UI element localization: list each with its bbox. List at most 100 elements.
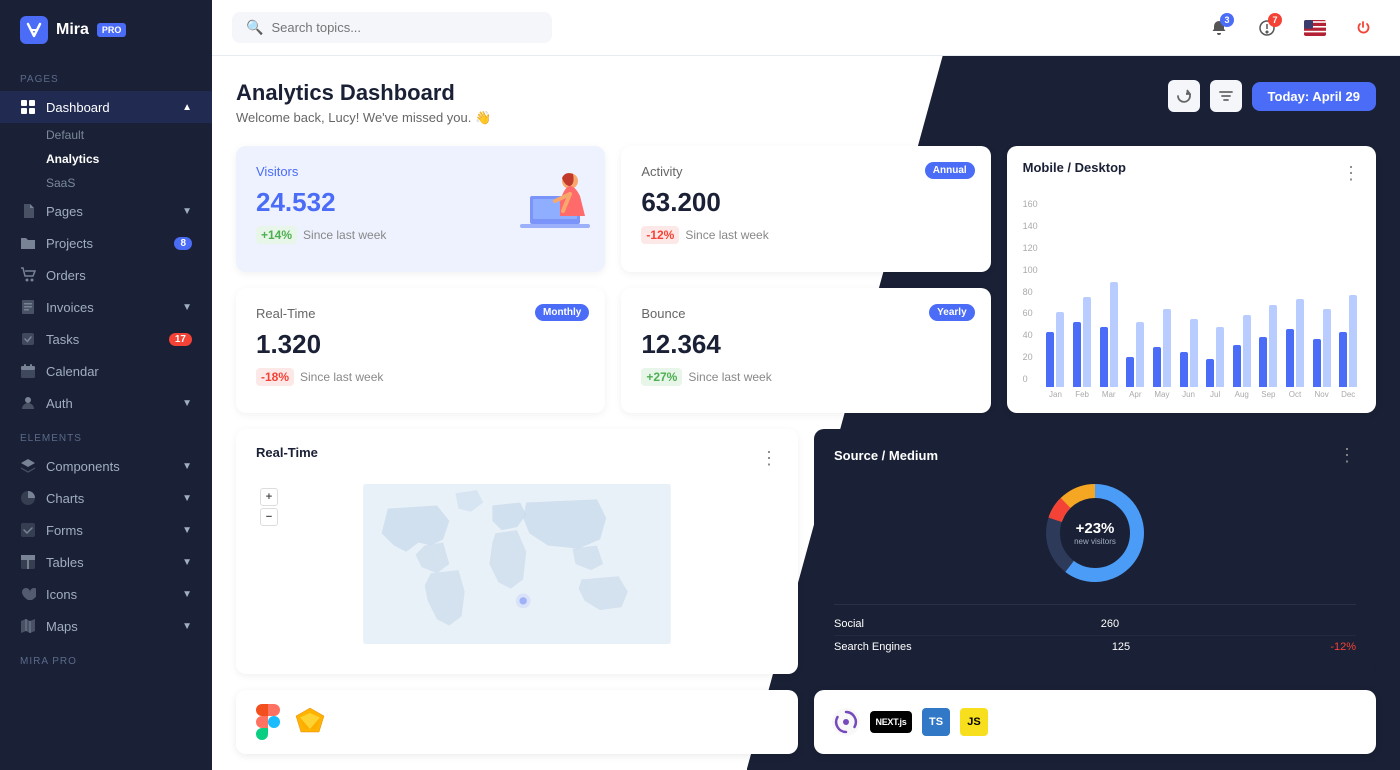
source-medium-title: Source / Medium [834, 448, 938, 463]
power-button[interactable] [1346, 11, 1380, 45]
topbar-right: 3 7 [1202, 11, 1380, 45]
today-button[interactable]: Today: April 29 [1252, 82, 1376, 111]
bar-jul-dark [1206, 359, 1214, 387]
components-chevron: ▼ [182, 461, 192, 472]
bar-label-sep: Sep [1261, 390, 1275, 399]
invoices-chevron: ▼ [182, 302, 192, 313]
auth-chevron: ▼ [182, 398, 192, 409]
search-icon: 🔍 [246, 19, 263, 36]
tech-logos-row: NEXT.js TS JS [236, 690, 1376, 754]
sidebar-item-forms[interactable]: Forms ▼ [0, 514, 212, 546]
receipt-icon [20, 299, 36, 315]
filter-button[interactable] [1210, 80, 1242, 112]
bar-label-oct: Oct [1289, 390, 1301, 399]
source-row-search: Search Engines 125 -12% [834, 635, 1356, 658]
logo-area[interactable]: Mira PRO [0, 0, 212, 60]
page-header-right: Today: April 29 [1168, 80, 1376, 112]
language-selector[interactable] [1298, 11, 1332, 45]
y-80: 80 [1023, 287, 1038, 297]
page-title: Analytics Dashboard [236, 80, 491, 106]
source-search-value: 125 [1112, 641, 1130, 653]
bar-jun-dark [1180, 352, 1188, 387]
bar-sep-dark [1259, 337, 1267, 387]
mobile-desktop-more[interactable]: ⋮ [1342, 163, 1360, 184]
realtime-value: 1.320 [256, 329, 585, 360]
sidebar-item-dashboard[interactable]: Dashboard ▲ [0, 91, 212, 123]
sidebar-item-saas[interactable]: SaaS [46, 171, 212, 195]
alerts-button[interactable]: 7 [1250, 11, 1284, 45]
bar-feb-dark [1073, 322, 1081, 387]
realtime-change-text: Since last week [300, 370, 383, 384]
dashboard-label: Dashboard [46, 100, 110, 115]
heart-icon [20, 586, 36, 602]
sidebar-item-tasks[interactable]: Tasks 17 [0, 323, 212, 355]
bar-nov-dark [1313, 339, 1321, 387]
sidebar-item-maps[interactable]: Maps ▼ [0, 610, 212, 642]
app-name: Mira [56, 21, 89, 39]
bar-label-apr: Apr [1129, 390, 1141, 399]
sidebar-item-icons[interactable]: Icons ▼ [0, 578, 212, 610]
map-zoom-out[interactable]: − [260, 508, 278, 526]
refresh-button[interactable] [1168, 80, 1200, 112]
alerts-badge: 7 [1268, 13, 1282, 27]
source-social-name: Social [834, 618, 864, 630]
sidebar-item-analytics[interactable]: Analytics [46, 147, 212, 171]
sidebar-item-invoices[interactable]: Invoices ▼ [0, 291, 212, 323]
forms-chevron: ▼ [182, 525, 192, 536]
sidebar-item-orders[interactable]: Orders [0, 259, 212, 291]
activity-change-text: Since last week [685, 228, 768, 242]
sketch-icon [294, 706, 326, 738]
bar-label-aug: Aug [1235, 390, 1249, 399]
logo-icon [20, 16, 48, 44]
mira-pro-section-label: MIRA PRO [0, 642, 212, 673]
mobile-desktop-title: Mobile / Desktop [1023, 160, 1126, 175]
bar-feb-light [1083, 297, 1091, 387]
bar-apr-light [1136, 322, 1144, 387]
sidebar-item-calendar[interactable]: Calendar [0, 355, 212, 387]
realtime-map-more[interactable]: ⋮ [760, 448, 778, 469]
activity-change-badge: -12% [641, 226, 679, 244]
search-input[interactable] [271, 20, 538, 35]
sidebar-item-components[interactable]: Components ▼ [0, 450, 212, 482]
realtime-map-card: Real-Time ⋮ + − [236, 429, 798, 674]
bounce-change-text: Since last week [688, 370, 771, 384]
map-zoom-in[interactable]: + [260, 488, 278, 506]
icons-chevron: ▼ [182, 589, 192, 600]
bar-jun-light [1190, 319, 1198, 387]
source-search-change: -12% [1330, 641, 1356, 653]
visitors-change-badge: +14% [256, 226, 297, 244]
sidebar-item-pages[interactable]: Pages ▼ [0, 195, 212, 227]
bounce-value: 12.364 [641, 329, 970, 360]
source-medium-more[interactable]: ⋮ [1338, 445, 1356, 466]
dashboard-submenu: Default Analytics SaaS [0, 123, 212, 195]
y-20: 20 [1023, 352, 1038, 362]
bar-mar-dark [1100, 327, 1108, 387]
javascript-icon: JS [960, 708, 988, 736]
sidebar-item-auth[interactable]: Auth ▼ [0, 387, 212, 419]
sidebar-item-projects[interactable]: Projects 8 [0, 227, 212, 259]
filter-icon [1219, 89, 1233, 103]
world-map [256, 484, 778, 644]
bar-aug-light [1243, 315, 1251, 387]
bar-may-light [1163, 309, 1171, 387]
sidebar-item-charts[interactable]: Charts ▼ [0, 482, 212, 514]
bar-may-dark [1153, 347, 1161, 387]
topbar: 🔍 3 7 [212, 0, 1400, 56]
elements-section-label: ELEMENTS [0, 419, 212, 450]
realtime-change: -18% Since last week [256, 368, 585, 386]
y-60: 60 [1023, 308, 1038, 318]
bar-label-nov: Nov [1314, 390, 1328, 399]
bar-label-jan: Jan [1049, 390, 1062, 399]
dashboard-chevron: ▲ [182, 102, 192, 113]
bounce-pill: Yearly [929, 304, 974, 321]
redux-icon [832, 708, 860, 736]
y-0: 0 [1023, 374, 1038, 384]
sidebar-item-default[interactable]: Default [46, 123, 212, 147]
sidebar-item-tables[interactable]: Tables ▼ [0, 546, 212, 578]
user-icon [20, 395, 36, 411]
search-bar[interactable]: 🔍 [232, 12, 552, 43]
notifications-button[interactable]: 3 [1202, 11, 1236, 45]
file-icon [20, 203, 36, 219]
source-row-social: Social 260 [834, 613, 1356, 635]
page-header: Analytics Dashboard Welcome back, Lucy! … [236, 80, 1376, 126]
